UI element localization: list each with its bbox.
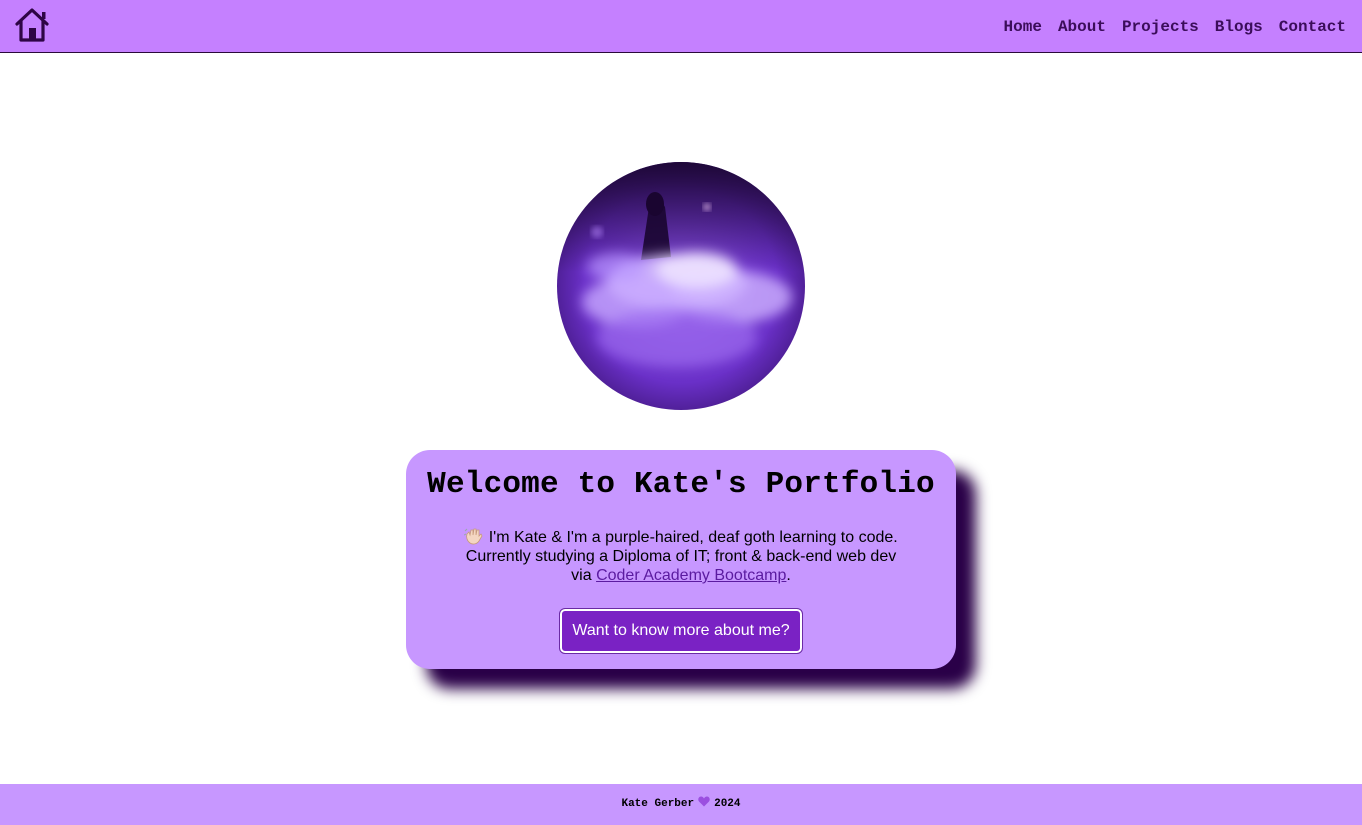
footer-credit: Kate Gerber 2024 xyxy=(621,796,741,810)
nav-links: Home About Projects Blogs Contact xyxy=(1004,17,1346,37)
footer: Kate Gerber 2024 xyxy=(0,784,1362,825)
coder-academy-link[interactable]: Coder Academy Bootcamp xyxy=(596,567,786,584)
nav-link-about[interactable]: About xyxy=(1058,17,1106,37)
footer-year: 2024 xyxy=(714,798,741,810)
intro-period: . xyxy=(786,567,791,584)
nav-link-projects[interactable]: Projects xyxy=(1122,17,1199,37)
waving-hand-icon xyxy=(464,528,483,545)
intro-text: I'm Kate & I'm a purple-haired, deaf got… xyxy=(451,527,911,585)
house-icon xyxy=(15,8,49,42)
purple-heart-icon xyxy=(698,796,710,807)
nav-link-home[interactable]: Home xyxy=(1004,17,1042,37)
intro-line-1: I'm Kate & I'm a purple-haired, deaf got… xyxy=(488,529,898,546)
footer-name: Kate Gerber xyxy=(621,798,695,810)
intro-line-2: Currently studying a Diploma of IT; fron… xyxy=(465,548,897,565)
navbar: Home About Projects Blogs Contact xyxy=(0,0,1362,53)
about-me-button[interactable]: Want to know more about me? xyxy=(559,608,803,654)
nav-link-blogs[interactable]: Blogs xyxy=(1215,17,1263,37)
intro-via: via xyxy=(571,567,592,584)
nav-link-contact[interactable]: Contact xyxy=(1279,17,1346,37)
home-icon-link[interactable] xyxy=(14,7,50,43)
welcome-title: Welcome to Kate's Portfolio xyxy=(427,467,935,502)
profile-photo xyxy=(557,162,805,410)
welcome-card: Welcome to Kate's Portfolio I'm Kate & I… xyxy=(406,450,956,669)
